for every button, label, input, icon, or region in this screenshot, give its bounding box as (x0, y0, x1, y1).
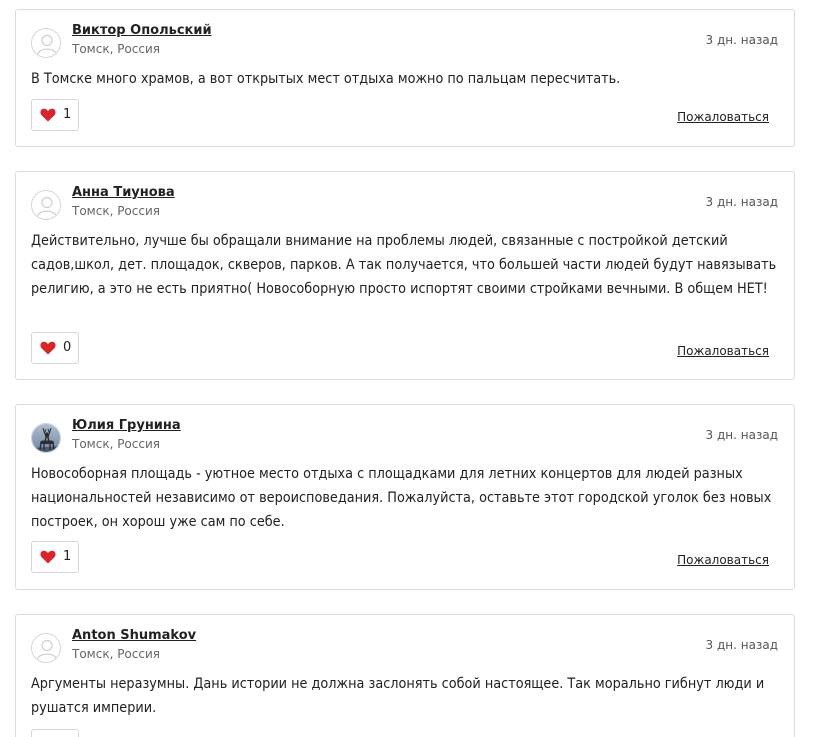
deer-photo (32, 424, 60, 452)
user-icon (37, 34, 57, 55)
avatar[interactable] (31, 28, 61, 58)
comment-date: 3 дн. назад (705, 33, 778, 47)
comment-text: В Томске много храмов, а вот открытых ме… (31, 71, 621, 87)
comment-card: Юлия Грунина Томск, Россия 3 дн. назад Н… (15, 404, 795, 590)
author-name[interactable]: Юлия Грунина (72, 418, 181, 433)
report-link[interactable]: Пожаловаться (677, 553, 769, 567)
author-location: Томск, Россия (72, 204, 160, 218)
comment-text: Действительно, лучше бы обращали внимани… (31, 233, 777, 297)
comment-date: 3 дн. назад (705, 638, 778, 652)
comment-text: Новособорная площадь - уютное место отды… (31, 466, 772, 530)
report-link[interactable]: Пожаловаться (677, 344, 769, 358)
heart-icon (40, 108, 56, 122)
comment-text: Аргументы неразумны. Дань истории не дол… (31, 676, 765, 716)
avatar[interactable] (31, 190, 61, 220)
comment-date: 3 дн. назад (705, 428, 778, 442)
author-name[interactable]: Anton Shumakov (72, 628, 196, 643)
user-icon (37, 196, 57, 217)
like-button[interactable]: 1 (31, 541, 79, 573)
like-count: 1 (63, 549, 72, 564)
heart-icon (40, 550, 56, 564)
author-name[interactable]: Анна Тиунова (72, 185, 175, 200)
avatar[interactable] (31, 423, 61, 453)
heart-icon (40, 341, 56, 355)
comment-card: Анна Тиунова Томск, Россия 3 дн. назад Д… (15, 171, 795, 380)
author-location: Томск, Россия (72, 647, 160, 661)
like-button[interactable]: 1 (31, 99, 79, 131)
author-location: Томск, Россия (72, 42, 160, 56)
comment-card: Anton Shumakov Томск, Россия 3 дн. назад… (15, 614, 795, 737)
like-count: 0 (63, 340, 72, 355)
user-icon (37, 639, 57, 660)
report-link[interactable]: Пожаловаться (677, 110, 769, 124)
like-button[interactable] (31, 729, 79, 737)
author-name[interactable]: Виктор Опольский (72, 23, 212, 38)
comment-card: Виктор Опольский Томск, Россия 3 дн. наз… (15, 9, 795, 147)
author-location: Томск, Россия (72, 437, 160, 451)
like-count: 1 (63, 107, 72, 122)
avatar[interactable] (31, 633, 61, 663)
like-button[interactable]: 0 (31, 332, 79, 364)
comment-date: 3 дн. назад (705, 195, 778, 209)
